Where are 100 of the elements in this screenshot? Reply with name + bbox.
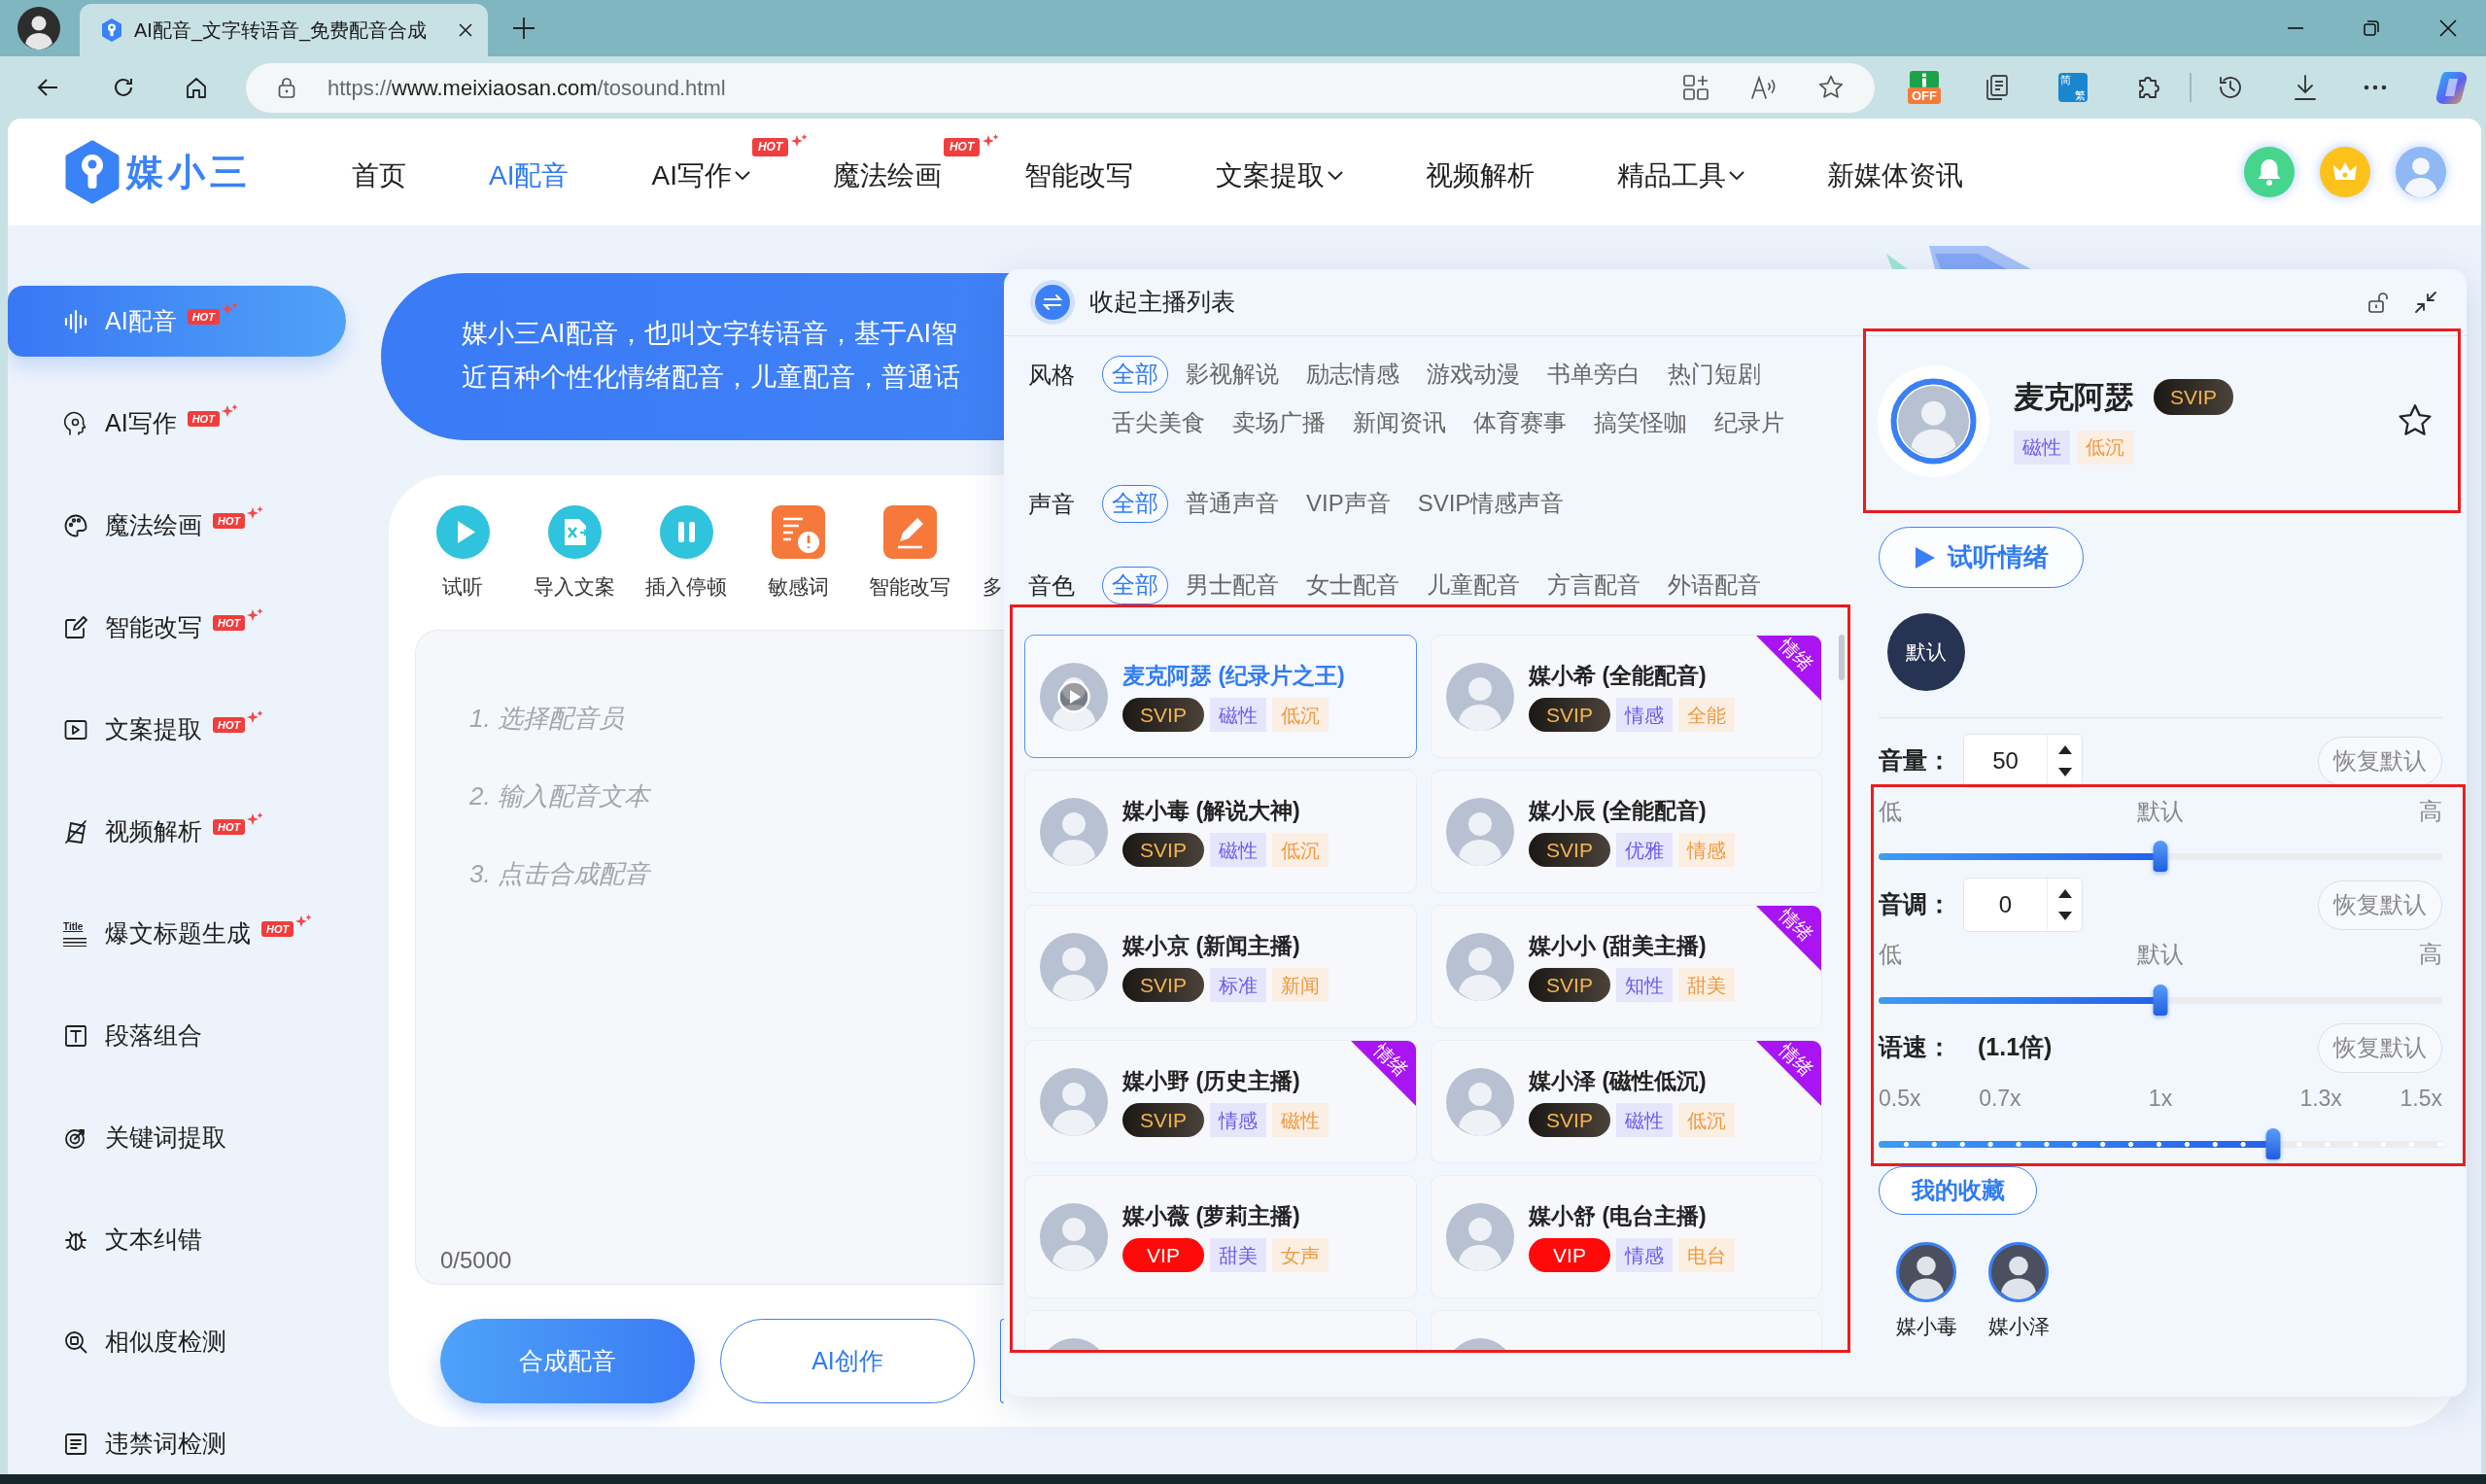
voice-card[interactable]: 媒小舒 (电台主播) VIP 情感 电台: [1431, 1175, 1822, 1298]
collapse-icon[interactable]: [2414, 291, 2437, 314]
logo-icon[interactable]: [63, 140, 121, 204]
voice-card[interactable]: 媒小泽 (磁性低沉) SVIP 磁性 低沉 情绪: [1431, 1040, 1822, 1163]
filter-option[interactable]: 书单旁白: [1537, 356, 1650, 393]
filter-option[interactable]: 外语配音: [1658, 567, 1771, 604]
collapse-list-button[interactable]: 收起主播列表: [1030, 280, 1235, 325]
text-input-field[interactable]: 1. 选择配音员 2. 输入配音文本 3. 点击合成配音 0/5000: [415, 630, 1004, 1285]
slider-thumb[interactable]: [2153, 984, 2168, 1016]
toolbar-button[interactable]: 试听: [419, 505, 506, 599]
reload-icon[interactable]: [113, 77, 134, 98]
toolbar-button[interactable]: 智能改写: [866, 505, 953, 599]
number-input[interactable]: 0: [1964, 879, 2047, 931]
collections-icon[interactable]: [1985, 75, 2008, 100]
download-icon[interactable]: [2294, 75, 2317, 100]
filter-option[interactable]: 新闻资讯: [1343, 404, 1456, 441]
avatar[interactable]: [1896, 1242, 1956, 1302]
filter-option[interactable]: 全部: [1102, 356, 1168, 393]
sidebar-item[interactable]: 违禁词检测: [8, 1408, 346, 1474]
voice-card[interactable]: 媒小野 (历史主播) SVIP 情感 磁性 情绪: [1024, 1040, 1417, 1163]
voice-card[interactable]: 媒小小 (甜美主播) SVIP 知性 甜美 情绪: [1431, 905, 1822, 1028]
close-icon[interactable]: [458, 22, 473, 38]
sidebar-item[interactable]: 魔法绘画 HOT: [8, 490, 346, 561]
scrollbar-thumb[interactable]: [1839, 635, 1845, 680]
filter-option[interactable]: SVIP情感声音: [1407, 485, 1574, 523]
voice-card[interactable]: 媒小辰 (全能配音) SVIP 优雅 情感: [1431, 770, 1822, 893]
voice-card[interactable]: 媒小希 (全能配音) SVIP 情感 全能 情绪: [1431, 635, 1822, 758]
filter-option[interactable]: 方言配音: [1537, 567, 1650, 604]
filter-option[interactable]: 纪录片: [1705, 404, 1794, 441]
preview-emotion-button[interactable]: 试听情绪: [1879, 527, 2084, 588]
nav-link[interactable]: AI配音: [489, 159, 570, 192]
number-input[interactable]: 50: [1964, 735, 2047, 787]
unlock-icon[interactable]: [2368, 291, 2390, 314]
toolbar-button[interactable]: 导入文案: [531, 505, 618, 599]
more-icon[interactable]: [2364, 85, 2387, 90]
toolbar-button[interactable]: 插入停顿: [642, 505, 730, 599]
nav-link[interactable]: 首页: [352, 159, 406, 192]
outline-button[interactable]: AI创作: [720, 1319, 975, 1403]
read-aloud-icon[interactable]: [1751, 76, 1777, 99]
emotion-chip[interactable]: 默认: [1887, 613, 1965, 691]
sidebar-item[interactable]: 相似度检测: [8, 1306, 346, 1377]
sidebar-item[interactable]: 智能改写 HOT: [8, 592, 346, 663]
number-field[interactable]: 0: [1963, 878, 2083, 932]
filter-option[interactable]: VIP声音: [1296, 485, 1400, 523]
toolbar-button[interactable]: 多: [978, 505, 1003, 599]
puzzle-icon[interactable]: [2136, 75, 2161, 100]
filter-option[interactable]: 体育赛事: [1464, 404, 1576, 441]
profile-avatar[interactable]: [17, 7, 60, 50]
gradient-logo-icon[interactable]: [2435, 71, 2469, 104]
toolbar-button[interactable]: 敏感词: [754, 505, 842, 599]
filter-option[interactable]: 热门短剧: [1658, 356, 1771, 393]
nav-link[interactable]: 文案提取: [1215, 159, 1343, 192]
sidebar-item[interactable]: Title 爆文标题生成 HOT: [8, 898, 346, 969]
sidebar-item[interactable]: AI写作 HOT: [8, 388, 346, 459]
nav-link[interactable]: 新媒体资讯: [1826, 159, 1963, 192]
spinner-up-icon[interactable]: [2057, 745, 2072, 754]
my-favorites-button[interactable]: 我的收藏: [1879, 1166, 2037, 1215]
sidebar-item[interactable]: 视频解析 HOT: [8, 796, 346, 867]
spinner-up-icon[interactable]: [2057, 889, 2072, 898]
voice-card[interactable]: 媒小京 (新闻主播) SVIP 标准 新闻: [1024, 905, 1417, 1028]
voice-card[interactable]: 媒小毒 (解说大神) SVIP 磁性 低沉: [1024, 770, 1417, 893]
filter-option[interactable]: 影视解说: [1176, 356, 1289, 393]
star-icon[interactable]: [2398, 403, 2433, 438]
filter-option[interactable]: 舌尖美食: [1102, 404, 1215, 441]
slider-thumb[interactable]: [2153, 841, 2168, 872]
avatar[interactable]: [1988, 1242, 2049, 1302]
nav-link[interactable]: 视频解析: [1425, 159, 1535, 192]
sidebar-item[interactable]: 关键词提取: [8, 1102, 346, 1173]
sidebar-item[interactable]: 文本纠错: [8, 1204, 346, 1275]
address-bar[interactable]: https://www.meixiaosan.com/tosound.html: [246, 62, 1875, 113]
nav-link[interactable]: 智能改写: [1023, 159, 1133, 192]
filter-option[interactable]: 普通声音: [1176, 485, 1289, 523]
sidebar-item[interactable]: 段落组合: [8, 1000, 346, 1071]
filter-option[interactable]: 儿童配音: [1417, 567, 1530, 604]
extension-icon[interactable]: [1910, 71, 1939, 88]
filter-option[interactable]: 女士配音: [1296, 567, 1409, 604]
slider-thumb[interactable]: [2265, 1128, 2281, 1159]
nav-link[interactable]: 精品工具: [1616, 159, 1744, 192]
plus-icon[interactable]: [512, 17, 535, 40]
close-icon[interactable]: [2439, 19, 2457, 37]
sidebar-item[interactable]: 文案提取 HOT: [8, 694, 346, 765]
filter-option[interactable]: 游戏动漫: [1417, 356, 1530, 393]
spinner-down-icon[interactable]: [2057, 912, 2072, 920]
filter-option[interactable]: 励志情感: [1296, 356, 1409, 393]
spinner-down-icon[interactable]: [2057, 768, 2072, 777]
split-screen-icon[interactable]: [1683, 75, 1709, 100]
filter-option[interactable]: 搞笑怪咖: [1584, 404, 1697, 441]
history-icon[interactable]: [2218, 75, 2243, 100]
home-icon[interactable]: [186, 77, 207, 98]
number-field[interactable]: 50: [1963, 734, 2083, 788]
filter-option[interactable]: 卖场广播: [1223, 404, 1335, 441]
translate-button[interactable]: 简 繁: [2058, 73, 2088, 102]
restore-icon[interactable]: [2364, 20, 2379, 36]
voice-card[interactable]: 麦克阿瑟 (纪录片之王) SVIP 磁性 低沉: [1024, 635, 1417, 758]
voice-card[interactable]: 媒小薇 (萝莉主播) VIP 甜美 女声: [1024, 1175, 1417, 1298]
back-arrow-icon[interactable]: [37, 78, 58, 97]
star-icon[interactable]: [1818, 75, 1844, 100]
filter-option[interactable]: 男士配音: [1176, 567, 1289, 604]
browser-tab[interactable]: AI配音_文字转语音_免费配音合成: [80, 4, 488, 56]
filter-option[interactable]: 全部: [1102, 567, 1168, 604]
